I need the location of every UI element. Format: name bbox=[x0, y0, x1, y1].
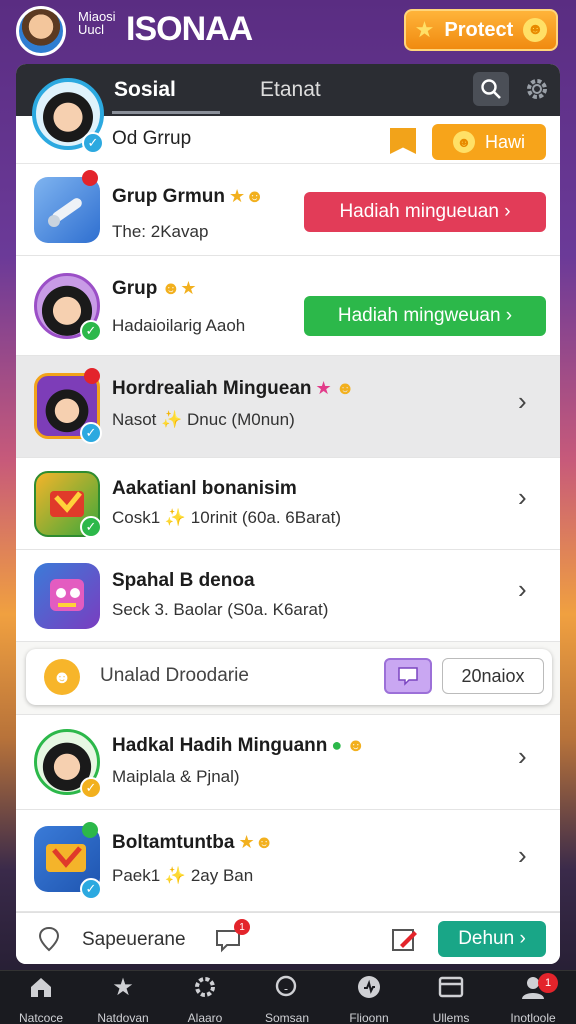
list-item[interactable]: ✓ Aakatianl bonanisim Cosk1 ✨ 10rinit (6… bbox=[16, 458, 560, 550]
list-item-subtitle: Seck 3. Baolar (S0a. K6arat) bbox=[112, 600, 329, 619]
hawi-button[interactable]: ☻ Hawi bbox=[432, 124, 546, 160]
app-header: Miaosi Uucl ISONAA ★ Protect ☻ bbox=[0, 0, 576, 62]
list-item-title: Hadkal Hadih Minguann ● ☻ bbox=[112, 735, 366, 756]
footer-label: Sapeuerane bbox=[82, 929, 186, 950]
nav-item-search[interactable]: Somsan bbox=[246, 971, 328, 1024]
verified-check-icon: ✓ bbox=[82, 132, 104, 154]
nav-item-favorites[interactable]: ★ Natdovan bbox=[82, 971, 164, 1024]
nav-item-profile[interactable]: 1 Inotloole bbox=[492, 971, 574, 1024]
gear-icon bbox=[527, 79, 547, 99]
list-item-subtitle: Hadaioilarig Aaoh bbox=[112, 316, 246, 335]
robot-app-icon bbox=[34, 563, 100, 629]
list-item[interactable]: ✓ Hordrealiah Minguean ★ ☻ Nasot ✨ Dnuc (M… bbox=[16, 356, 560, 458]
list-item-subtitle: Nasot ✨ Dnuc (M0nun) bbox=[112, 410, 295, 429]
list-item-title: Grup ☻★ bbox=[112, 278, 197, 299]
list-item[interactable]: ✓ Grup ☻★ Hadaioilarig Aaoh Hadiah mingwe… bbox=[16, 256, 560, 356]
weekly-reward-button[interactable]: Hadiah mingweuan › bbox=[304, 296, 546, 336]
chevron-right-icon[interactable]: › bbox=[518, 386, 527, 417]
smiley-icon: ☻ bbox=[335, 378, 355, 398]
verified-check-icon: ✓ bbox=[80, 422, 102, 444]
tool-app-icon bbox=[34, 177, 100, 243]
chat-button[interactable] bbox=[384, 658, 432, 694]
smiley-icon: ☻ bbox=[452, 131, 475, 153]
chevron-right-icon[interactable]: › bbox=[518, 482, 527, 513]
star-icon: ☻★ bbox=[161, 278, 197, 298]
nav-label: Alaaro bbox=[187, 1011, 223, 1024]
app-title: ISONAA bbox=[126, 10, 253, 48]
list-item[interactable]: Spahal B denoa Seck 3. Baolar (S0a. K6ar… bbox=[16, 550, 560, 642]
star-icon: ★ bbox=[112, 973, 134, 1001]
star-icon: ★☻ bbox=[228, 186, 265, 206]
smiley-icon: ☻ bbox=[523, 18, 548, 42]
tab-sosial[interactable]: Sosial bbox=[112, 64, 220, 116]
list-item-title: Boltamtuntba ★☻ bbox=[112, 832, 274, 853]
settings-button[interactable] bbox=[522, 74, 552, 104]
notification-badge: 1 bbox=[234, 919, 250, 935]
location-pin-icon[interactable] bbox=[34, 925, 64, 953]
bonus-count-field[interactable]: 20naiox bbox=[442, 658, 544, 694]
chat-bubble-icon bbox=[398, 667, 418, 686]
list-item-title: Hordrealiah Minguean ★ ☻ bbox=[112, 378, 355, 399]
protect-button[interactable]: ★ Protect ☻ bbox=[404, 9, 558, 51]
list-item-title: Aakatianl bonanisim bbox=[112, 478, 297, 499]
bonus-banner[interactable]: ☻ Unalad Droodarie 20naiox bbox=[26, 649, 552, 705]
list-item-title: Grup Grmun ★☻ bbox=[112, 186, 265, 207]
home-icon bbox=[31, 978, 51, 997]
nav-label: Flioonn bbox=[349, 1011, 389, 1024]
panel-footer: Sapeuerane 1 Dehun › bbox=[16, 912, 560, 964]
smiley-icon: ☻ bbox=[346, 735, 366, 755]
notification-badge bbox=[84, 368, 100, 384]
list-item[interactable]: ✓ Hadkal Hadih Minguann ● ☻ Maiplala & Pjn… bbox=[16, 714, 560, 810]
profile-avatar[interactable] bbox=[16, 6, 66, 56]
verified-check-icon: ✓ bbox=[80, 320, 102, 342]
gear-icon bbox=[195, 977, 215, 997]
nav-label: Ullems bbox=[432, 1011, 470, 1024]
bookmark-flag-icon[interactable] bbox=[390, 128, 416, 154]
star-icon: ★ bbox=[414, 17, 435, 42]
group-header-title: Od Grrup bbox=[112, 128, 192, 149]
protect-button-label: Protect bbox=[444, 18, 514, 41]
notification-badge: 1 bbox=[538, 973, 558, 993]
edit-icon[interactable] bbox=[390, 925, 420, 953]
bonus-label: Unalad Droodarie bbox=[100, 665, 249, 686]
chevron-right-icon[interactable]: › bbox=[518, 741, 527, 772]
search-icon bbox=[481, 79, 501, 99]
nav-label: Natdovan bbox=[97, 1011, 149, 1024]
search-icon bbox=[275, 975, 297, 997]
nav-item-home[interactable]: Natcoce bbox=[0, 971, 82, 1024]
list-item[interactable]: Grup Grmun ★☻ The: 2Kavap Hadiah mingueua… bbox=[16, 164, 560, 256]
smiley-icon: ☻ bbox=[44, 659, 80, 695]
verified-check-icon: ✓ bbox=[80, 777, 102, 799]
verified-check-icon: ✓ bbox=[80, 516, 102, 538]
star-icon: ★ bbox=[315, 378, 332, 398]
list-item-title: Spahal B denoa bbox=[112, 570, 255, 591]
nav-label: Somsan bbox=[264, 1011, 310, 1024]
list-item-subtitle: The: 2Kavap bbox=[112, 222, 209, 241]
chevron-right-icon[interactable]: › bbox=[518, 574, 527, 605]
weekly-reward-button[interactable]: Hadiah mingueuan › bbox=[304, 192, 546, 232]
bottom-nav: Natcoce ★ Natdovan Alaaro Somsan Flioonn… bbox=[0, 970, 576, 1024]
list-item-subtitle: Cosk1 ✨ 10rinit (60a. 6Barat) bbox=[112, 508, 342, 527]
check-circle-icon: ● bbox=[331, 735, 343, 755]
social-panel: Sosial Etanat ✓ Od Grrup ☻ Hawi Grup Grm… bbox=[16, 64, 560, 964]
list-item-subtitle: Maiplala & Pjnal) bbox=[112, 767, 240, 786]
notification-badge bbox=[82, 822, 98, 838]
card-icon bbox=[438, 976, 464, 998]
chevron-right-icon[interactable]: › bbox=[518, 840, 527, 871]
verified-check-icon: ✓ bbox=[80, 878, 102, 900]
tab-etanat[interactable]: Etanat bbox=[260, 64, 321, 116]
hawi-button-label: Hawi bbox=[484, 131, 525, 152]
notification-badge bbox=[82, 170, 98, 186]
star-icon: ★☻ bbox=[238, 832, 274, 852]
nav-item-items[interactable]: Ullems bbox=[410, 971, 492, 1024]
nav-item-music[interactable]: Flioonn bbox=[328, 971, 410, 1024]
nav-label: Inotloole bbox=[510, 1011, 556, 1024]
search-button[interactable] bbox=[473, 72, 509, 106]
nav-label: Natcoce bbox=[18, 1011, 64, 1024]
dehun-button[interactable]: Dehun › bbox=[438, 921, 546, 957]
music-icon bbox=[358, 976, 380, 998]
list-item-subtitle: Paek1 ✨ 2ay Ban bbox=[112, 866, 254, 885]
nav-item-settings[interactable]: Alaaro bbox=[164, 971, 246, 1024]
list-item[interactable]: ✓ Boltamtuntba ★☻ Paek1 ✨ 2ay Ban › bbox=[16, 810, 560, 912]
